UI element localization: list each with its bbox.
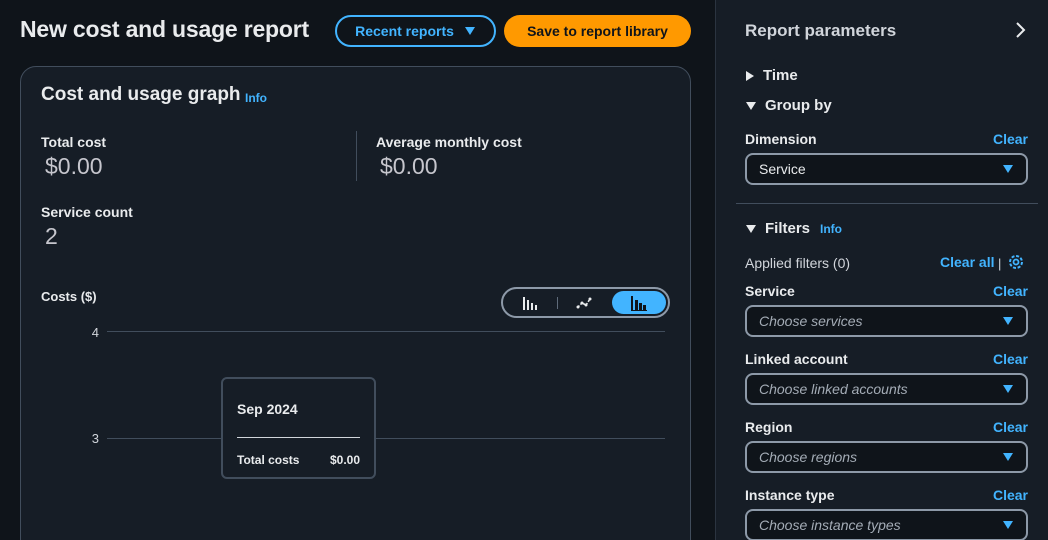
service-select[interactable]: Choose services [745, 305, 1028, 337]
caret-down-icon [1003, 165, 1013, 173]
bar-chart-icon [522, 296, 537, 310]
caret-down-icon [464, 27, 475, 35]
grid-line [107, 331, 665, 332]
caret-right-icon [746, 70, 754, 81]
region-select[interactable]: Choose regions [745, 441, 1028, 473]
line-chart-icon [576, 297, 591, 308]
filters-section-toggle[interactable]: Filters Info [745, 220, 842, 237]
report-parameters-panel: Report parameters Time Group by Dimensio… [715, 0, 1048, 540]
chevron-right-icon[interactable] [1014, 20, 1028, 40]
tooltip-divider [237, 437, 360, 438]
service-filter-label: Service [745, 283, 795, 299]
applied-filters-count: Applied filters (0) [745, 255, 851, 271]
caret-down-icon [746, 224, 756, 233]
tooltip-row-label: Total costs [237, 453, 300, 467]
filters-label: Filters [765, 220, 811, 237]
service-count-value: 2 [45, 223, 58, 249]
recent-reports-label: Recent reports [355, 23, 454, 39]
separator: | [998, 256, 1002, 271]
region-clear-link[interactable]: Clear [993, 419, 1028, 435]
caret-down-icon [1003, 317, 1013, 325]
page-title: New cost and usage report [20, 16, 309, 42]
service-clear-link[interactable]: Clear [993, 283, 1028, 299]
gear-icon[interactable] [1007, 253, 1025, 271]
region-placeholder: Choose regions [759, 449, 858, 465]
panel-divider [736, 203, 1038, 204]
metric-divider [356, 131, 357, 181]
group-by-label: Group by [765, 97, 832, 114]
instance-type-placeholder: Choose instance types [759, 517, 901, 533]
dimension-value: Service [759, 161, 806, 177]
instance-type-select[interactable]: Choose instance types [745, 509, 1028, 540]
chart-type-toggle [501, 287, 670, 318]
tooltip-row-value: $0.00 [329, 453, 360, 467]
linked-account-clear-link[interactable]: Clear [993, 351, 1028, 367]
avg-monthly-cost-value: $0.00 [380, 153, 438, 179]
linked-account-label: Linked account [745, 351, 848, 367]
save-to-library-button[interactable]: Save to report library [504, 15, 691, 47]
instance-type-label: Instance type [745, 487, 835, 503]
time-label: Time [763, 67, 798, 84]
y-tick-label: 3 [91, 431, 99, 446]
caret-down-icon [746, 101, 756, 110]
stacked-bar-chart-button[interactable] [612, 291, 667, 314]
recent-reports-button[interactable]: Recent reports [335, 15, 496, 47]
costs-axis-label: Costs ($) [41, 289, 97, 304]
group-by-section-toggle[interactable]: Group by [745, 97, 832, 114]
linked-account-placeholder: Choose linked accounts [759, 381, 908, 397]
linked-account-select[interactable]: Choose linked accounts [745, 373, 1028, 405]
tooltip-title: Sep 2024 [237, 401, 298, 417]
total-cost-value: $0.00 [45, 153, 103, 179]
time-section-toggle[interactable]: Time [745, 67, 798, 84]
line-chart-button[interactable] [556, 289, 611, 316]
total-cost-label: Total cost [41, 134, 107, 150]
panel-title: Report parameters [745, 21, 897, 40]
caret-down-icon [1003, 453, 1013, 461]
graph-info-link[interactable]: Info [245, 91, 267, 105]
region-label: Region [745, 419, 793, 435]
dimension-label: Dimension [745, 131, 817, 147]
cost-usage-graph-card: Cost and usage graph Info Total cost $0.… [20, 66, 691, 540]
caret-down-icon [1003, 521, 1013, 529]
grid-line [107, 438, 665, 439]
chart-tooltip: Sep 2024 Total costs $0.00 [221, 377, 376, 479]
dimension-select[interactable]: Service [745, 153, 1028, 185]
caret-down-icon [1003, 385, 1013, 393]
filters-info-link[interactable]: Info [820, 222, 842, 236]
service-placeholder: Choose services [759, 313, 863, 329]
graph-title: Cost and usage graph [41, 84, 241, 105]
avg-monthly-cost-label: Average monthly cost [376, 134, 522, 150]
bar-chart-button[interactable] [503, 289, 557, 316]
stacked-bar-chart-icon [631, 295, 648, 311]
service-count-label: Service count [41, 204, 133, 220]
instance-type-clear-link[interactable]: Clear [993, 487, 1028, 503]
dimension-clear-link[interactable]: Clear [993, 131, 1028, 147]
clear-all-filters-link[interactable]: Clear all [940, 254, 994, 270]
y-tick-label: 4 [91, 325, 99, 340]
